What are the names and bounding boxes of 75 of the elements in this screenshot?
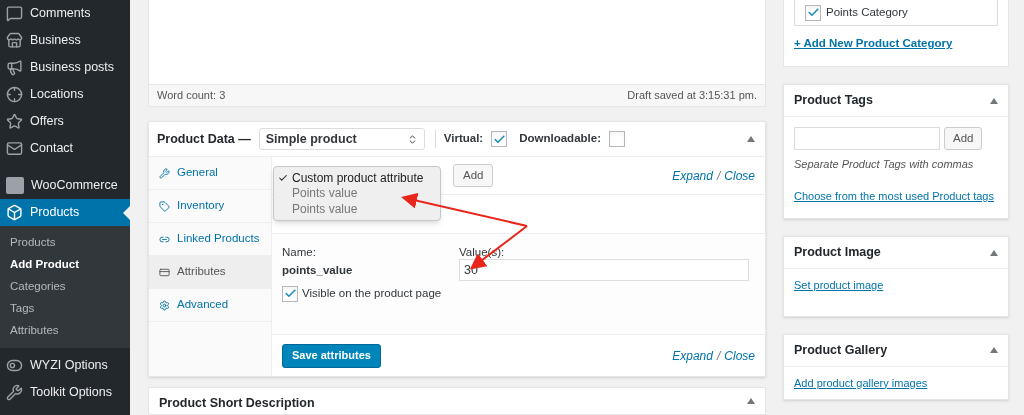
sidebar-item[interactable]: Business posts bbox=[0, 54, 130, 81]
panel-tab[interactable]: Attributes bbox=[149, 256, 271, 289]
add-gallery-link[interactable]: Add product gallery images bbox=[794, 374, 998, 392]
dropdown-option[interactable]: Points value bbox=[274, 185, 440, 201]
sidebar-item[interactable]: Offers bbox=[0, 108, 130, 135]
dropdown-option[interactable]: Custom product attribute bbox=[274, 170, 440, 186]
submenu-item[interactable]: Tags bbox=[0, 298, 130, 320]
card-icon bbox=[159, 266, 170, 278]
sidebar-item[interactable]: Products bbox=[0, 199, 130, 226]
envelope-icon bbox=[6, 140, 23, 157]
star-icon bbox=[6, 113, 23, 130]
sidebar-item[interactable]: Toolkit Options bbox=[0, 379, 130, 406]
panel-title: Product Data — bbox=[157, 130, 251, 148]
box-title: Product Image bbox=[794, 244, 881, 262]
check-icon bbox=[278, 172, 288, 183]
tags-hint: Separate Product Tags with commas bbox=[794, 157, 975, 173]
save-attributes-button[interactable]: Save attributes bbox=[282, 343, 381, 368]
close-link[interactable]: Close bbox=[724, 166, 755, 185]
collapse-arrow-icon[interactable] bbox=[990, 347, 998, 354]
checkbox-label: Virtual: bbox=[443, 131, 484, 147]
sidebar-item[interactable]: Contact bbox=[0, 135, 130, 162]
close-link[interactable]: Close bbox=[724, 346, 755, 365]
dropdown-option[interactable]: Points value bbox=[274, 201, 440, 217]
word-count: Word count: 3 bbox=[157, 88, 226, 104]
sidebar-item[interactable]: WYZI Options bbox=[0, 352, 130, 379]
set-image-link[interactable]: Set product image bbox=[794, 277, 998, 294]
separator-slash: / bbox=[716, 347, 721, 365]
tag-input-field[interactable] bbox=[794, 127, 940, 151]
box-title: Product Gallery bbox=[794, 341, 888, 359]
box-title: Product Short Description bbox=[159, 395, 315, 412]
add-attribute-button[interactable]: Add bbox=[453, 164, 494, 187]
panel-tab[interactable]: Inventory bbox=[149, 190, 271, 223]
wrench-icon bbox=[159, 167, 170, 179]
product-type-select[interactable]: Simple product bbox=[258, 128, 425, 150]
tag-icon bbox=[159, 200, 170, 212]
sidebar-item[interactable]: Business bbox=[0, 27, 130, 54]
expand-link[interactable]: Expand bbox=[672, 346, 713, 365]
checkbox-label: Visible on the product page bbox=[302, 286, 442, 301]
panel-tab[interactable]: General bbox=[149, 157, 271, 190]
collapse-arrow-icon[interactable] bbox=[747, 398, 755, 404]
woo-badge-icon bbox=[6, 177, 24, 194]
submenu-item[interactable]: Add Product bbox=[0, 254, 130, 276]
crosshair-icon bbox=[6, 86, 23, 103]
wrench-icon bbox=[6, 384, 23, 401]
add-category-link[interactable]: + Add New Product Category bbox=[794, 35, 998, 53]
checkbox[interactable] bbox=[805, 4, 821, 21]
submenu-item[interactable]: Attributes bbox=[0, 320, 130, 342]
sidebar-item[interactable]: Comments bbox=[0, 0, 130, 27]
checkbox[interactable] bbox=[491, 131, 508, 147]
checkbox[interactable] bbox=[608, 131, 625, 147]
submenu-item[interactable]: Categories bbox=[0, 276, 130, 298]
submenu-item[interactable]: Products bbox=[0, 232, 130, 254]
category-label: Points Category bbox=[826, 4, 908, 20]
store-icon bbox=[6, 32, 23, 49]
collapse-arrow-icon[interactable] bbox=[747, 136, 755, 142]
separator-slash: / bbox=[716, 167, 721, 185]
add-tag-button[interactable]: Add bbox=[944, 127, 983, 151]
collapse-arrow-icon[interactable] bbox=[990, 249, 998, 256]
name-label: Name: bbox=[282, 245, 317, 260]
settings-icon bbox=[159, 299, 170, 311]
draft-status: Draft saved at 3:15:31 pm. bbox=[627, 88, 757, 104]
most-used-tags-link[interactable]: Choose from the most used Product tags bbox=[794, 187, 998, 205]
sidebar-item[interactable]: Locations bbox=[0, 81, 130, 108]
panel-tab[interactable]: Advanced bbox=[149, 289, 271, 322]
checkbox[interactable] bbox=[282, 285, 298, 302]
checkbox-label: Downloadable: bbox=[519, 131, 601, 147]
cube-icon bbox=[6, 204, 23, 221]
expand-link[interactable]: Expand bbox=[672, 166, 713, 185]
attribute-name: points_value bbox=[282, 263, 354, 278]
box-title: Product Tags bbox=[794, 92, 873, 110]
megaphone-icon bbox=[6, 59, 23, 76]
speech-bubble-icon bbox=[6, 5, 23, 22]
sidebar-item[interactable]: WooCommerce bbox=[0, 172, 130, 199]
collapse-arrow-icon[interactable] bbox=[990, 97, 998, 104]
toggle-icon bbox=[6, 357, 23, 374]
